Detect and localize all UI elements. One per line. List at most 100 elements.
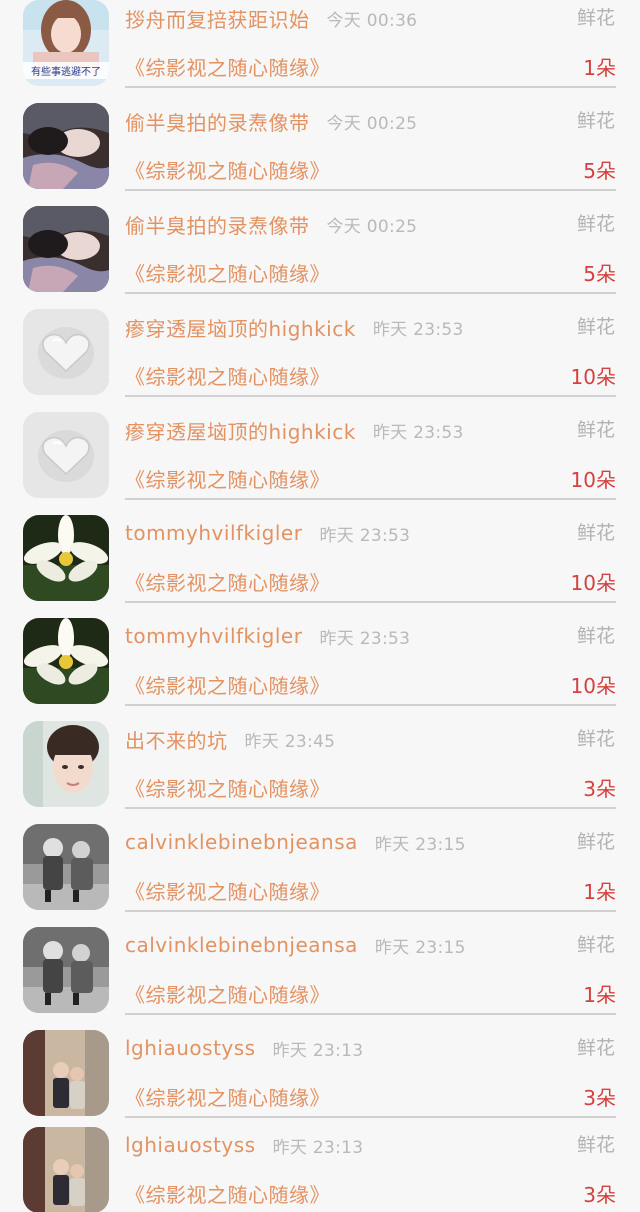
list-item[interactable]: calvinklebinebnjeansa 昨天 23:15 鲜花 《综影视之随… (0, 824, 640, 927)
user-avatar[interactable] (23, 1030, 109, 1116)
user-avatar[interactable] (23, 824, 109, 910)
gift-type-label: 鲜花 (576, 110, 615, 132)
book-title[interactable]: 《综影视之随心随缘》 (125, 979, 330, 1011)
sender-name[interactable]: 偷半臭拍的录焘像带 (125, 210, 310, 239)
book-divider-row: 《综影视之随心随缘》 3朵 (125, 1179, 616, 1212)
book-divider-row: 《综影视之随心随缘》 10朵 (125, 464, 616, 500)
list-item[interactable]: tommyhvilfkigler 昨天 23:53 鲜花 《综影视之随心随缘》 … (0, 618, 640, 721)
sender-name[interactable]: 出不来的坑 (125, 725, 228, 754)
user-avatar[interactable] (23, 206, 109, 292)
sender-name[interactable]: calvinklebinebnjeansa (125, 933, 358, 957)
list-item[interactable]: 偷半臭拍的录焘像带 今天 00:25 鲜花 《综影视之随心随缘》 5朵 (0, 206, 640, 309)
book-title[interactable]: 《综影视之随心随缘》 (125, 155, 330, 187)
gift-type-label: 鲜花 (576, 213, 615, 235)
book-title[interactable]: 《综影视之随心随缘》 (125, 773, 330, 805)
avatar-young-man (23, 721, 109, 807)
gift-type-label: 鲜花 (576, 522, 615, 544)
gift-type-label: 鲜花 (576, 316, 615, 338)
book-title[interactable]: 《综影视之随心随缘》 (125, 567, 330, 599)
book-title[interactable]: 《综影视之随心随缘》 (125, 258, 330, 290)
avatar-white-flower (23, 618, 109, 704)
user-avatar[interactable] (23, 103, 109, 189)
user-avatar[interactable] (23, 927, 109, 1013)
book-title[interactable]: 《综影视之随心随缘》 (125, 464, 330, 496)
user-avatar[interactable] (23, 515, 109, 601)
avatar-glass-heart (23, 309, 109, 395)
sender-name[interactable]: tommyhvilfkigler (125, 521, 302, 545)
gift-time: 昨天 23:53 (372, 319, 464, 340)
flower-count: 10朵 (570, 365, 616, 389)
gift-type-label: 鲜花 (576, 419, 615, 441)
user-avatar[interactable]: 有些事逃避不了 (23, 0, 109, 86)
flower-count: 1朵 (583, 983, 616, 1007)
list-item[interactable]: calvinklebinebnjeansa 昨天 23:15 鲜花 《综影视之随… (0, 927, 640, 1030)
sender-name[interactable]: lghiauostyss (125, 1036, 256, 1060)
book-divider-row: 《综影视之随心随缘》 10朵 (125, 670, 616, 706)
book-divider-row: 《综影视之随心随缘》 3朵 (125, 773, 616, 809)
user-avatar[interactable] (23, 721, 109, 807)
book-divider-row: 《综影视之随心随缘》 1朵 (125, 52, 616, 88)
gift-type-label: 鲜花 (576, 934, 615, 956)
book-title[interactable]: 《综影视之随心随缘》 (125, 1082, 330, 1114)
avatar-couple-street (23, 1127, 109, 1212)
sender-name[interactable]: 瘆穿透屋垴顶的highkick (125, 313, 356, 342)
user-avatar[interactable] (23, 1127, 109, 1212)
book-title[interactable]: 《综影视之随心随缘》 (125, 361, 330, 393)
sender-name[interactable]: 偷半臭拍的录焘像带 (125, 107, 310, 136)
list-item[interactable]: 出不来的坑 昨天 23:45 鲜花 《综影视之随心随缘》 3朵 (0, 721, 640, 824)
avatar-girl-caption: 有些事逃避不了 (23, 0, 109, 86)
user-avatar[interactable] (23, 309, 109, 395)
book-title[interactable]: 《综影视之随心随缘》 (125, 670, 330, 702)
avatar-caption-text: 有些事逃避不了 (31, 65, 101, 78)
gift-time: 昨天 23:15 (374, 834, 466, 855)
flower-count: 10朵 (570, 571, 616, 595)
list-item[interactable]: 偷半臭拍的录焘像带 今天 00:25 鲜花 《综影视之随心随缘》 5朵 (0, 103, 640, 206)
book-divider-row: 《综影视之随心随缘》 1朵 (125, 979, 616, 1015)
list-item[interactable]: 瘆穿透屋垴顶的highkick 昨天 23:53 鲜花 《综影视之随心随缘》 1… (0, 309, 640, 412)
user-avatar[interactable] (23, 412, 109, 498)
gift-type-label: 鲜花 (576, 625, 615, 647)
flower-count: 3朵 (583, 1183, 616, 1207)
flower-count: 3朵 (583, 777, 616, 801)
user-avatar[interactable] (23, 618, 109, 704)
sender-name[interactable]: 拶舟而复掊获距识始 (125, 4, 310, 33)
gift-time: 昨天 23:15 (374, 937, 466, 958)
flower-count: 5朵 (583, 159, 616, 183)
gift-time: 昨天 23:13 (272, 1040, 364, 1061)
gift-type-label: 鲜花 (576, 7, 615, 29)
gift-type-label: 鲜花 (576, 831, 615, 853)
avatar-sleeping-woman (23, 103, 109, 189)
book-title[interactable]: 《综影视之随心随缘》 (125, 1179, 330, 1211)
sender-name[interactable]: tommyhvilfkigler (125, 624, 302, 648)
flower-count: 10朵 (570, 674, 616, 698)
avatar-kids-bw (23, 927, 109, 1013)
gift-time: 昨天 23:53 (319, 628, 411, 649)
flower-count: 5朵 (583, 262, 616, 286)
list-item[interactable]: 瘆穿透屋垴顶的highkick 昨天 23:53 鲜花 《综影视之随心随缘》 1… (0, 412, 640, 515)
list-item[interactable]: lghiauostyss 昨天 23:13 鲜花 《综影视之随心随缘》 3朵 (0, 1127, 640, 1212)
gift-time: 昨天 23:13 (272, 1137, 364, 1158)
book-divider-row: 《综影视之随心随缘》 1朵 (125, 876, 616, 912)
list-item[interactable]: 有些事逃避不了 拶舟而复掊获距识始 今天 00:36 鲜花 《综影视之随心随缘》… (0, 0, 640, 103)
avatar-glass-heart (23, 412, 109, 498)
list-item[interactable]: tommyhvilfkigler 昨天 23:53 鲜花 《综影视之随心随缘》 … (0, 515, 640, 618)
gift-time: 今天 00:25 (326, 216, 418, 237)
book-divider-row: 《综影视之随心随缘》 10朵 (125, 567, 616, 603)
sender-name[interactable]: calvinklebinebnjeansa (125, 830, 358, 854)
gift-time: 昨天 23:45 (244, 731, 336, 752)
book-title[interactable]: 《综影视之随心随缘》 (125, 876, 330, 908)
sender-name[interactable]: lghiauostyss (125, 1133, 256, 1157)
gift-record-list: 有些事逃避不了 拶舟而复掊获距识始 今天 00:36 鲜花 《综影视之随心随缘》… (0, 0, 640, 1212)
book-divider-row: 《综影视之随心随缘》 5朵 (125, 155, 616, 191)
gift-time: 今天 00:36 (326, 10, 418, 31)
book-title[interactable]: 《综影视之随心随缘》 (125, 52, 330, 84)
book-divider-row: 《综影视之随心随缘》 3朵 (125, 1082, 616, 1118)
book-divider-row: 《综影视之随心随缘》 5朵 (125, 258, 616, 294)
gift-time: 今天 00:25 (326, 113, 418, 134)
list-item[interactable]: lghiauostyss 昨天 23:13 鲜花 《综影视之随心随缘》 3朵 (0, 1030, 640, 1133)
avatar-sleeping-woman (23, 206, 109, 292)
flower-count: 3朵 (583, 1086, 616, 1110)
sender-name[interactable]: 瘆穿透屋垴顶的highkick (125, 416, 356, 445)
flower-count: 10朵 (570, 468, 616, 492)
flower-count: 1朵 (583, 880, 616, 904)
